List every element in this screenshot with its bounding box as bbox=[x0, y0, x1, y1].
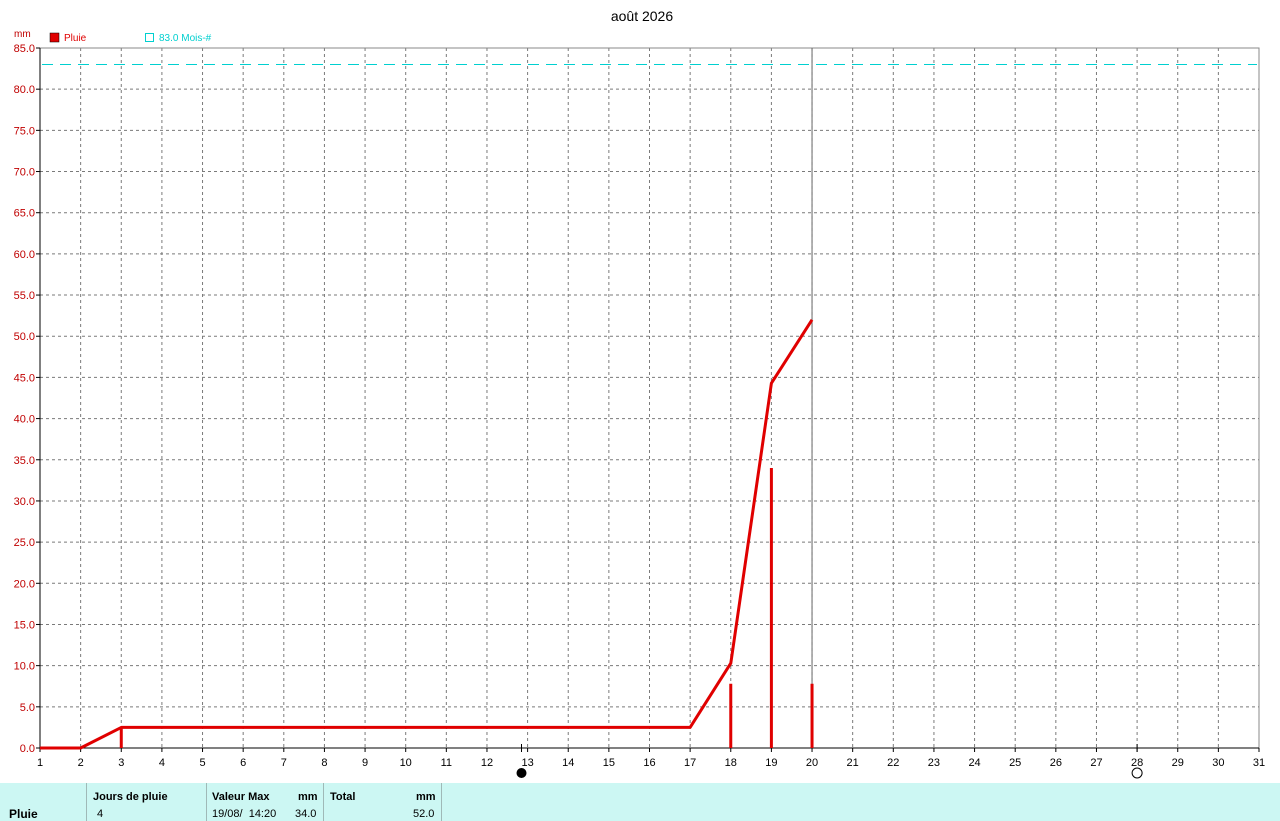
x-tick-label: 16 bbox=[643, 757, 655, 769]
total-value: 52.0 bbox=[413, 808, 435, 820]
chart-grid bbox=[40, 48, 1259, 748]
legend-swatch-filled-icon bbox=[49, 32, 60, 43]
footer-max-cell: Valeur Max mm 19/08/ 14:20 34.0 bbox=[207, 783, 324, 821]
y-tick-label: 80.0 bbox=[14, 84, 35, 96]
days-header: Jours de pluie bbox=[93, 791, 168, 803]
x-tick-label: 14 bbox=[562, 757, 574, 769]
days-value: 4 bbox=[97, 808, 104, 820]
legend-label: 83.0 Mois-# bbox=[159, 33, 212, 44]
y-tick-label: 20.0 bbox=[14, 578, 35, 590]
chart-title: août 2026 bbox=[611, 8, 673, 24]
chart-legend: Pluie 83.0 Mois-# bbox=[49, 32, 212, 44]
x-tick-label: 19 bbox=[765, 757, 777, 769]
y-tick-label: 30.0 bbox=[14, 496, 35, 508]
x-axis: 1 2 3 4 5 6 7 8 9 10 11 12 13 14 15 16 17 18 19 20 21 22 23 24 2… bbox=[37, 748, 1265, 769]
x-tick-label: 28 bbox=[1131, 757, 1143, 769]
y-tick-label: 0.0 bbox=[20, 743, 35, 755]
x-tick-label: 3 bbox=[118, 757, 124, 769]
x-tick-label: 2 bbox=[78, 757, 84, 769]
x-tick-label: 29 bbox=[1172, 757, 1184, 769]
x-tick-label: 26 bbox=[1050, 757, 1062, 769]
y-tick-label: 75.0 bbox=[14, 125, 35, 137]
x-tick-label: 1 bbox=[37, 757, 43, 769]
x-tick-label: 10 bbox=[400, 757, 412, 769]
y-tick-label: 35.0 bbox=[14, 455, 35, 467]
x-tick-label: 24 bbox=[968, 757, 980, 769]
x-tick-label: 20 bbox=[806, 757, 818, 769]
x-tick-label: 17 bbox=[684, 757, 696, 769]
x-tick-label: 13 bbox=[521, 757, 533, 769]
legend-label: Pluie bbox=[64, 33, 87, 44]
x-tick-label: 8 bbox=[321, 757, 327, 769]
x-tick-label: 27 bbox=[1090, 757, 1102, 769]
y-tick-label: 40.0 bbox=[14, 414, 35, 426]
rain-chart: août 2026 mm Pluie 83.0 Mois-# 0.05.010.0… bbox=[14, 8, 1265, 779]
x-tick-label: 4 bbox=[159, 757, 165, 769]
legend-swatch-open-icon bbox=[145, 33, 154, 42]
y-tick-label: 50.0 bbox=[14, 331, 35, 343]
max-date: 19/08/ 14:20 bbox=[212, 808, 277, 820]
footer-days-cell: Jours de pluie 4 bbox=[87, 783, 207, 821]
y-tick-label: 15.0 bbox=[14, 619, 35, 631]
x-tick-label: 12 bbox=[481, 757, 493, 769]
x-tick-label: 30 bbox=[1212, 757, 1224, 769]
y-axis: 0.0 5.0 10.0 15.0 20.0 25.0 30.0 35.0 40.0 45.0 50… bbox=[14, 43, 40, 755]
y-tick-label: 85.0 bbox=[14, 43, 35, 55]
legend-item-0: Pluie bbox=[49, 32, 87, 44]
y-tick-label: 5.0 bbox=[20, 702, 35, 714]
x-tick-label: 31 bbox=[1253, 757, 1265, 769]
y-tick-label: 45.0 bbox=[14, 372, 35, 384]
max-header: Valeur Max bbox=[212, 791, 270, 803]
new-moon-icon bbox=[516, 768, 527, 778]
x-tick-label: 22 bbox=[887, 757, 899, 769]
max-value: 34.0 bbox=[295, 808, 317, 820]
full-moon-icon bbox=[1131, 767, 1143, 779]
x-tick-label: 15 bbox=[603, 757, 615, 769]
x-tick-label: 11 bbox=[441, 757, 452, 769]
total-unit: mm bbox=[416, 791, 436, 803]
footer-total-cell: Total mm 52.0 bbox=[324, 783, 442, 821]
max-unit: mm bbox=[298, 791, 318, 803]
x-tick-label: 6 bbox=[240, 757, 246, 769]
x-tick-label: 9 bbox=[362, 757, 368, 769]
y-tick-label: 65.0 bbox=[14, 208, 35, 220]
y-tick-label: 25.0 bbox=[14, 537, 35, 549]
x-tick-label: 7 bbox=[281, 757, 287, 769]
summary-footer: Pluie Jours de pluie 4 Valeur Max mm 19/… bbox=[0, 783, 1280, 821]
footer-row-label: Pluie bbox=[9, 807, 38, 821]
cumulative-rain-line bbox=[40, 318, 814, 750]
footer-label-cell: Pluie bbox=[0, 783, 87, 821]
legend-item-1: 83.0 Mois-# bbox=[145, 33, 212, 44]
x-tick-label: 18 bbox=[725, 757, 737, 769]
y-tick-label: 60.0 bbox=[14, 249, 35, 261]
y-tick-label: 70.0 bbox=[14, 167, 35, 179]
x-tick-label: 5 bbox=[199, 757, 205, 769]
total-header: Total bbox=[330, 791, 356, 803]
y-axis-unit: mm bbox=[14, 29, 31, 40]
y-tick-label: 55.0 bbox=[14, 290, 35, 302]
x-tick-label: 23 bbox=[928, 757, 940, 769]
x-tick-label: 21 bbox=[847, 757, 859, 769]
y-tick-label: 10.0 bbox=[14, 661, 35, 673]
x-tick-label: 25 bbox=[1009, 757, 1021, 769]
series-layer bbox=[40, 63, 1257, 750]
